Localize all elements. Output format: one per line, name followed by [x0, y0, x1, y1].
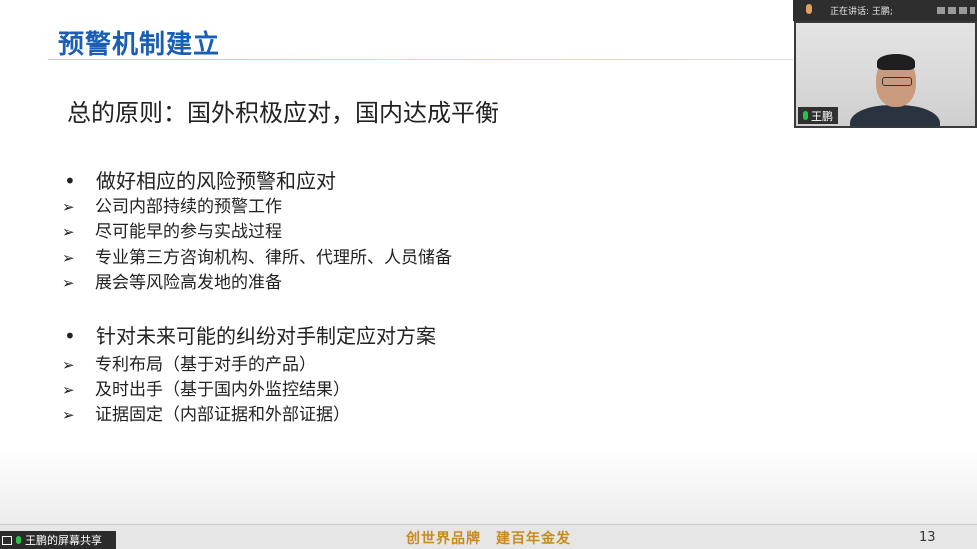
more-dots-icon[interactable] — [937, 7, 975, 14]
arrow-bullet-icon: ➢ — [62, 198, 75, 216]
participant-video-tile[interactable]: 王鹏 — [794, 21, 977, 128]
speaking-label: 正在讲话: 王鹏; — [830, 7, 893, 17]
footer-divider — [0, 524, 977, 525]
arrow-bullet-icon: ➢ — [62, 274, 75, 292]
sub-item-text: 公司内部持续的预警工作 — [95, 197, 282, 217]
bullet-heading-1: • 做好相应的风险预警和应对 — [64, 165, 336, 194]
sub-item-text: 专业第三方咨询机构、律所、代理所、人员储备 — [95, 248, 452, 268]
mic-icon — [806, 4, 812, 14]
bullet-heading-2: • 针对未来可能的纠纷对手制定应对方案 — [64, 320, 436, 349]
mic-icon — [803, 111, 808, 120]
glasses-icon — [882, 77, 912, 86]
title-divider — [48, 59, 793, 60]
monitor-icon — [2, 535, 12, 545]
bullet-heading-text: 针对未来可能的纠纷对手制定应对方案 — [96, 324, 436, 348]
participant-name-tag: 王鹏 — [798, 107, 838, 124]
sub-item: ➢ 及时出手（基于国内外监控结果） — [62, 375, 350, 400]
sub-item-text: 尽可能早的参与实战过程 — [95, 222, 282, 242]
bullet-heading-text: 做好相应的风险预警和应对 — [96, 169, 336, 193]
footer-gradient — [0, 448, 977, 524]
screen-share-label: 王鹏的屏幕共享 — [25, 534, 102, 547]
page-number: 13 — [919, 530, 936, 545]
principle-text: 总的原则：国外积极应对，国内达成平衡 — [67, 99, 499, 127]
sub-item: ➢ 证据固定（内部证据和外部证据） — [62, 400, 350, 425]
arrow-bullet-icon: ➢ — [62, 356, 75, 374]
arrow-bullet-icon: ➢ — [62, 381, 75, 399]
participant-body — [850, 105, 940, 126]
arrow-bullet-icon: ➢ — [62, 249, 75, 267]
bullet-dot: • — [64, 324, 76, 348]
arrow-bullet-icon: ➢ — [62, 406, 75, 424]
arrow-bullet-icon: ➢ — [62, 223, 75, 241]
sub-item: ➢ 专业第三方咨询机构、律所、代理所、人员储备 — [62, 243, 452, 268]
sub-item: ➢ 公司内部持续的预警工作 — [62, 192, 282, 217]
sub-item: ➢ 专利布局（基于对手的产品） — [62, 350, 316, 375]
screen-share-indicator[interactable]: 王鹏的屏幕共享 — [0, 531, 116, 549]
sub-item-text: 展会等风险高发地的准备 — [95, 273, 282, 293]
sub-item-text: 及时出手（基于国内外监控结果） — [95, 380, 350, 400]
sub-item-text: 证据固定（内部证据和外部证据） — [95, 405, 350, 425]
footer-slogan: 创世界品牌 建百年金发 — [406, 531, 571, 547]
sub-item: ➢ 尽可能早的参与实战过程 — [62, 217, 282, 242]
participant-hair — [877, 54, 915, 70]
mic-icon — [16, 536, 21, 544]
slide-title: 预警机制建立 — [58, 30, 221, 60]
participant-name: 王鹏 — [811, 109, 833, 123]
bullet-dot: • — [64, 169, 76, 193]
sub-item-text: 专利布局（基于对手的产品） — [95, 355, 316, 375]
sub-item: ➢ 展会等风险高发地的准备 — [62, 268, 282, 293]
